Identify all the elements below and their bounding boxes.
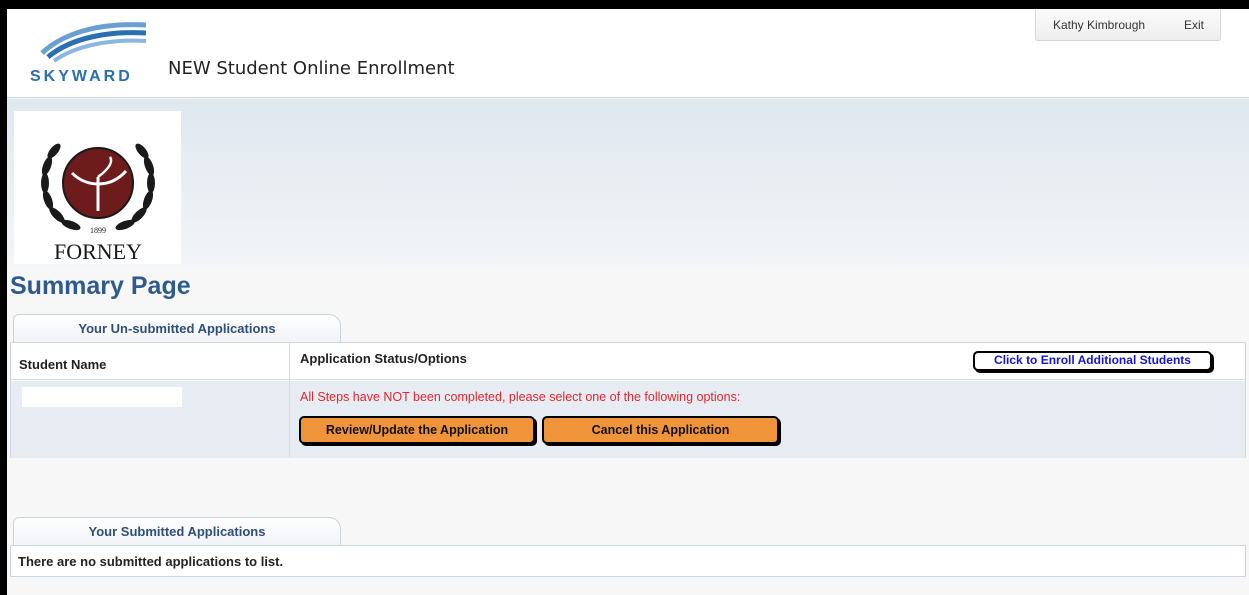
review-update-application-button[interactable]: Review/Update the Application: [299, 416, 535, 444]
app-title: NEW Student Online Enrollment: [168, 58, 455, 79]
table-row: All Steps have NOT been completed, pleas…: [11, 381, 1245, 458]
unsubmitted-applications-table: Student Name Application Status/Options …: [10, 342, 1246, 458]
tab-submitted-applications[interactable]: Your Submitted Applications: [13, 517, 341, 545]
column-divider: [289, 343, 290, 458]
user-name[interactable]: Kathy Kimbrough: [1053, 18, 1145, 32]
header-banner: [7, 99, 1249, 269]
tab-unsubmitted-applications[interactable]: Your Un-submitted Applications: [13, 314, 341, 342]
skyward-wordmark: SKYWARD: [30, 68, 133, 85]
top-header: SKYWARD NEW Student Online Enrollment Ka…: [7, 9, 1249, 98]
column-header-application-status: Application Status/Options: [300, 351, 467, 366]
column-header-student-name: Student Name: [19, 357, 107, 372]
district-logo: 1899 FORNEY: [14, 111, 181, 264]
district-name: FORNEY: [54, 239, 142, 264]
exit-link[interactable]: Exit: [1184, 18, 1204, 32]
skyward-logo: SKYWARD: [30, 22, 147, 85]
cancel-application-button[interactable]: Cancel this Application: [542, 416, 779, 444]
user-menu: Kathy Kimbrough Exit: [1035, 9, 1221, 41]
enroll-additional-students-link[interactable]: Click to Enroll Additional Students: [973, 351, 1212, 371]
page-title: Summary Page: [10, 272, 191, 300]
student-name-field: [21, 386, 183, 408]
table-header: Student Name Application Status/Options …: [11, 343, 1245, 380]
submitted-applications-table: There are no submitted applications to l…: [10, 545, 1246, 577]
empty-message: There are no submitted applications to l…: [18, 554, 284, 569]
app-window: SKYWARD NEW Student Online Enrollment Ka…: [7, 9, 1249, 595]
seal-year: 1899: [90, 226, 106, 235]
status-message: All Steps have NOT been completed, pleas…: [300, 390, 741, 404]
